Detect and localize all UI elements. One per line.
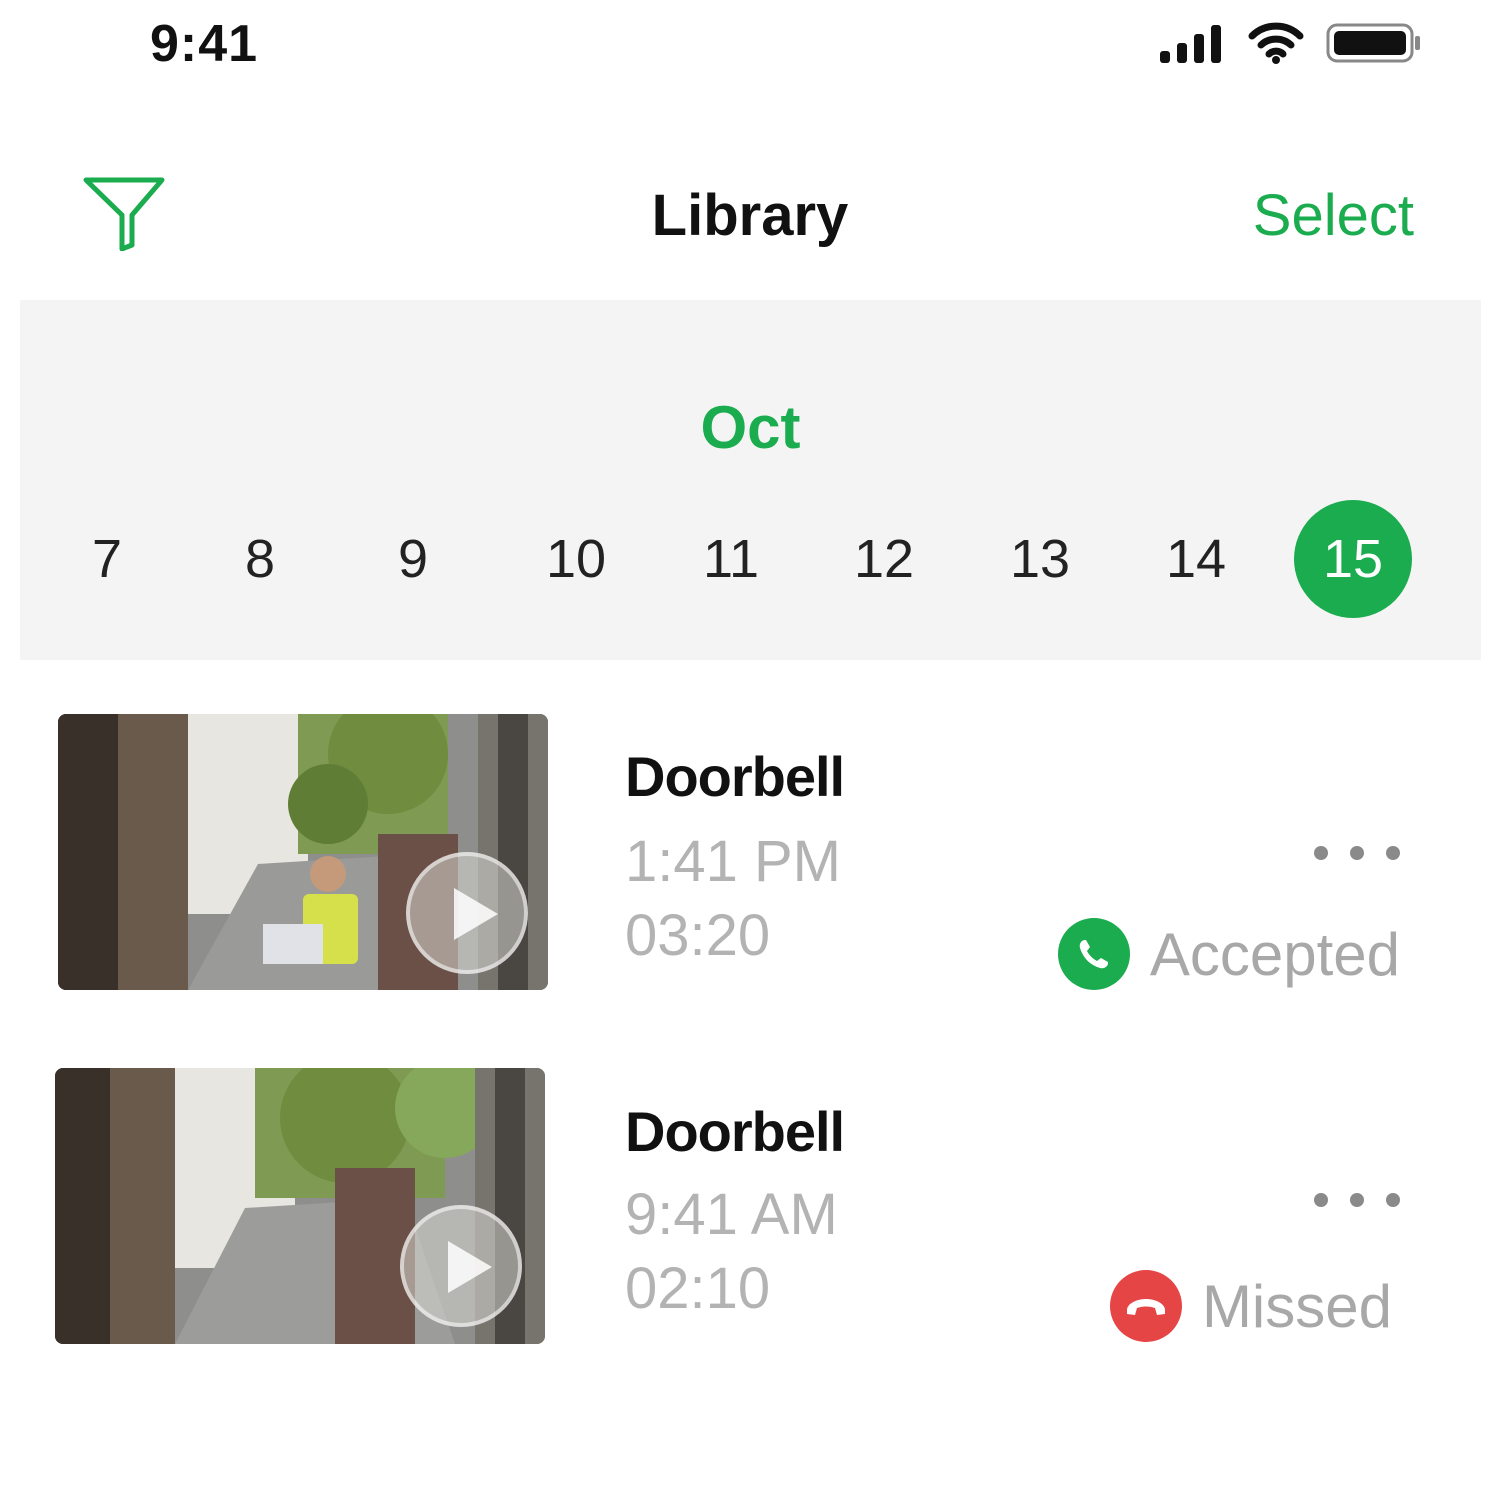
event-time: 1:41 PM xyxy=(625,829,841,894)
status-badge: Missed xyxy=(1109,1270,1392,1342)
day-12[interactable]: 12 xyxy=(825,500,943,618)
phone-accepted-icon xyxy=(1057,918,1130,990)
day-14[interactable]: 14 xyxy=(1137,500,1255,618)
day-15-selected[interactable]: 15 xyxy=(1294,500,1412,618)
select-button[interactable]: Select xyxy=(1253,182,1414,249)
wifi-icon xyxy=(1248,22,1304,64)
more-dot xyxy=(1350,1193,1364,1207)
more-dot xyxy=(1314,846,1328,860)
more-dot xyxy=(1350,846,1364,860)
play-button[interactable] xyxy=(406,852,528,974)
event-duration: 02:10 xyxy=(625,1256,771,1321)
more-dot xyxy=(1386,846,1400,860)
event-time: 9:41 AM xyxy=(625,1182,838,1247)
event-duration: 03:20 xyxy=(625,903,771,968)
event-title: Doorbell xyxy=(625,1100,845,1163)
more-options-button[interactable] xyxy=(1314,838,1400,868)
status-text: Accepted xyxy=(1149,920,1400,988)
day-9[interactable]: 9 xyxy=(354,500,472,618)
status-badge: Accepted xyxy=(1057,918,1400,990)
event-title: Doorbell xyxy=(625,745,845,808)
day-8[interactable]: 8 xyxy=(201,500,319,618)
phone-hangup-icon xyxy=(1109,1270,1182,1342)
day-11[interactable]: 11 xyxy=(672,500,790,618)
date-strip: Oct 7 8 9 10 11 12 13 14 15 xyxy=(20,300,1481,660)
more-dot xyxy=(1386,1193,1400,1207)
status-time: 9:41 xyxy=(150,15,259,73)
play-button[interactable] xyxy=(400,1205,522,1327)
more-dot xyxy=(1314,1193,1328,1207)
month-label: Oct xyxy=(700,394,801,461)
battery-icon xyxy=(1326,23,1420,63)
day-10[interactable]: 10 xyxy=(517,500,635,618)
status-text: Missed xyxy=(1201,1272,1392,1340)
cellular-signal-icon xyxy=(1160,25,1221,63)
more-options-button[interactable] xyxy=(1314,1185,1400,1215)
event-row[interactable]: Doorbell 9:41 AM 02:10 Missed xyxy=(0,1055,1500,1355)
event-row[interactable]: Doorbell 1:41 PM 03:20 Accepted xyxy=(0,700,1500,1000)
day-7[interactable]: 7 xyxy=(48,500,166,618)
day-13[interactable]: 13 xyxy=(981,500,1099,618)
status-icons xyxy=(1160,18,1422,68)
